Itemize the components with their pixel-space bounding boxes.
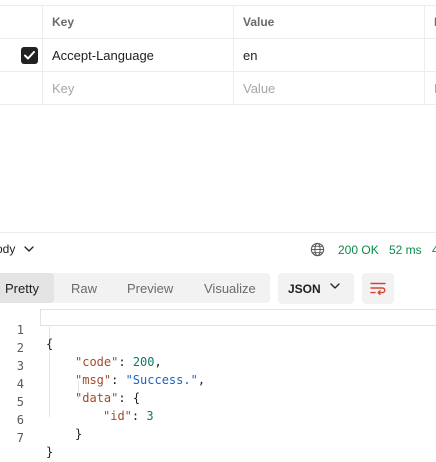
wrap-lines-button[interactable] xyxy=(362,273,394,304)
code-line: 5 "id": 3 xyxy=(0,381,436,423)
response-view-tabs: Pretty Raw Preview Visualize xyxy=(0,273,270,303)
headers-table: Key Value D Accept-Language en Key Value… xyxy=(0,5,436,105)
code-line: 4 "data": { xyxy=(0,363,436,405)
code-line: 1 { xyxy=(0,309,436,351)
response-status-bar: ody 200 OK 52 ms 4 xyxy=(0,232,436,266)
line-number: 7 xyxy=(16,431,24,445)
tab-visualize[interactable]: Visualize xyxy=(204,273,256,303)
new-description-input[interactable]: D xyxy=(424,72,436,104)
response-status-code[interactable]: 200 OK xyxy=(338,243,379,257)
response-body-dropdown[interactable]: ody xyxy=(0,242,35,256)
tab-pretty[interactable]: Pretty xyxy=(0,273,54,303)
column-header-key: Key xyxy=(42,6,233,38)
header-row: Accept-Language en xyxy=(0,39,436,72)
column-header-description: D xyxy=(424,6,436,38)
column-header-value: Value xyxy=(233,6,424,38)
code-text: } xyxy=(46,445,54,459)
response-body-editor[interactable]: 1 { 2 "code": 200, 3 "msg": "Success.", … xyxy=(0,309,436,459)
wrap-lines-icon xyxy=(370,282,386,295)
header-enabled-checkbox[interactable] xyxy=(21,46,38,64)
chevron-down-icon xyxy=(24,246,35,252)
tab-raw[interactable]: Raw xyxy=(71,273,97,303)
new-value-input[interactable]: Value xyxy=(233,72,424,104)
format-label: JSON xyxy=(288,281,321,296)
code-line: 7 } xyxy=(0,417,436,459)
response-size[interactable]: 4 xyxy=(432,243,436,257)
header-row-check-cell xyxy=(0,39,43,71)
new-header-check-cell xyxy=(0,72,43,104)
response-body-label: ody xyxy=(0,242,16,256)
header-value-cell[interactable]: en xyxy=(233,39,424,71)
format-dropdown[interactable]: JSON xyxy=(278,273,354,304)
code-line: 3 "msg": "Success.", xyxy=(0,345,436,387)
header-key-cell[interactable]: Accept-Language xyxy=(42,39,233,71)
code-line: 6 } xyxy=(0,399,436,441)
chevron-down-icon xyxy=(330,283,340,289)
code-line: 2 "code": 200, xyxy=(0,327,436,369)
header-description-cell[interactable] xyxy=(424,39,436,71)
header-check-col xyxy=(0,6,43,38)
new-key-input[interactable]: Key xyxy=(42,72,233,104)
globe-icon[interactable] xyxy=(310,242,325,257)
tab-preview[interactable]: Preview xyxy=(127,273,173,303)
new-header-row: Key Value D xyxy=(0,72,436,105)
check-icon xyxy=(24,50,35,59)
response-time[interactable]: 52 ms xyxy=(389,243,422,257)
headers-table-header: Key Value D xyxy=(0,5,436,39)
